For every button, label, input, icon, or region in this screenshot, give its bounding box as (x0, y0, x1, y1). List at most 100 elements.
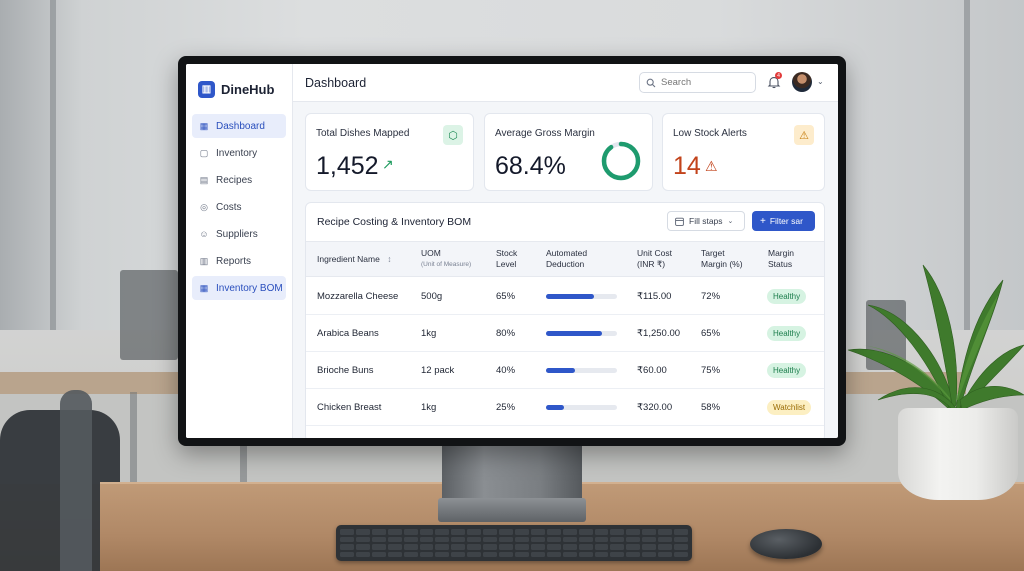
chevron-down-icon[interactable]: ⌄ (817, 77, 824, 86)
warning-icon: ⚠ (794, 125, 814, 145)
column-header-unit-cost: Unit Cost (INR ₹) (637, 248, 672, 270)
target-margin: 75% (701, 365, 721, 376)
table-row[interactable]: Chicken Breast 1kg 25% ₹320.00 58% Watchlist (306, 389, 824, 426)
keyboard-key (578, 544, 593, 550)
deduction-progress-bar (546, 368, 617, 373)
ingredient-name: Arabica Beans (317, 328, 379, 339)
keyboard-key (515, 551, 529, 557)
keyboard-key (546, 544, 561, 550)
uom-value: 500g (421, 291, 443, 302)
keyboard-key (403, 536, 418, 542)
sidebar-item-costs[interactable]: ◎ Costs (192, 195, 286, 219)
keyboard-key (642, 544, 657, 550)
ingredient-name: Chicken Breast (317, 402, 382, 413)
sidebar-item-recipes[interactable]: ▤ Recipes (192, 168, 286, 192)
plant-pot (898, 408, 1018, 500)
column-label: Margin (%) (701, 259, 743, 269)
plus-icon: + (760, 215, 766, 227)
target-margin: 72% (701, 291, 721, 302)
stock-level: 40% (496, 365, 516, 376)
column-sublabel: (Unit of Measure) (421, 261, 472, 268)
unit-cost: ₹60.00 (637, 365, 667, 376)
sidebar-item-suppliers[interactable]: ☺ Suppliers (192, 222, 286, 246)
fill-steps-label: Fill staps (689, 216, 723, 226)
search-input[interactable] (661, 77, 751, 88)
notification-badge: 4 (775, 72, 782, 79)
bom-table-card: Recipe Costing & Inventory BOM Fill stap… (305, 202, 825, 438)
sidebar-item-label: Costs (216, 201, 242, 213)
kpi-label: Average Gross Margin (495, 128, 595, 139)
background-desk (0, 372, 178, 394)
potted-plant-leaves (847, 264, 1024, 416)
table-row[interactable]: Mozzarella Cheese 500g 65% ₹115.00 72% Health… (306, 278, 824, 315)
column-header-target-margin: Target Margin (%) (701, 248, 743, 270)
kpi-value: 1,452 (316, 152, 379, 180)
uom-value: 1kg (421, 328, 437, 339)
filter-label: Filter sar (769, 216, 803, 226)
sort-icon[interactable]: ↕ (387, 254, 391, 264)
keyboard-key (642, 551, 657, 557)
brand[interactable]: ▥ DineHub (186, 64, 292, 104)
keyboard-key (435, 536, 450, 542)
sidebar-item-reports[interactable]: ▥ Reports (192, 249, 286, 273)
column-header-stock: Stock Level (496, 248, 517, 270)
chair-back (60, 390, 92, 571)
avatar[interactable] (792, 72, 812, 92)
keyboard-key (642, 529, 657, 535)
column-label: Unit Cost (637, 248, 672, 258)
keyboard-key (562, 536, 577, 542)
keyboard-key (419, 529, 434, 535)
keyboard-key (515, 536, 529, 542)
column-label: Margin (768, 248, 794, 258)
sidebar-item-dashboard[interactable]: ▦ Dashboard (192, 114, 286, 138)
column-header-ingredient[interactable]: Ingredient Name ↕ (317, 254, 391, 265)
fill-steps-button[interactable]: Fill staps ⌄ (667, 211, 745, 231)
keyboard-key (610, 529, 625, 535)
keyboard-key (483, 551, 498, 557)
keyboard-key (658, 551, 673, 557)
keyboard-key (387, 529, 402, 535)
status-badge: Watchlist (767, 400, 812, 415)
desk-leg (240, 440, 247, 485)
apps-icon: ▦ (199, 282, 209, 293)
keyboard-key (594, 536, 609, 542)
table-header: Ingredient Name ↕ UOM (Unit of Measure) … (306, 241, 824, 277)
box-icon: ▢ (199, 147, 209, 158)
sidebar-item-inventory-bom[interactable]: ▦ Inventory BOM (192, 276, 286, 300)
uom-value: 12 pack (421, 365, 455, 376)
status-badge: Healthy (767, 326, 807, 341)
keyboard-key (355, 544, 370, 550)
search-icon (646, 78, 656, 87)
keyboard-key (340, 529, 354, 535)
deduction-progress-bar (546, 331, 617, 336)
page-title: Dashboard (305, 76, 367, 90)
stock-level: 65% (496, 291, 516, 302)
kpi-label: Low Stock Alerts (673, 128, 747, 139)
donut-arc (601, 141, 641, 181)
keyboard-key (515, 529, 529, 535)
keyboard-key (435, 551, 450, 557)
sidebar-item-inventory[interactable]: ▢ Inventory (192, 141, 286, 165)
keyboard-key (674, 536, 688, 542)
computer-mouse (750, 529, 822, 559)
deduction-progress-fill (546, 368, 576, 373)
filter-button[interactable]: + Filter sar (752, 211, 815, 231)
unit-cost: ₹320.00 (637, 402, 673, 413)
search-box[interactable] (639, 72, 756, 93)
keyboard-key (594, 544, 609, 550)
monitor: ▥ DineHub ▦ Dashboard ▢ Inventory ▤ Reci… (178, 56, 846, 446)
column-label: Status (768, 259, 793, 269)
status-badge: Healthy (767, 289, 807, 304)
window-frame (50, 0, 56, 330)
keyboard-key (355, 536, 370, 542)
table-row[interactable]: Arabica Beans 1kg 80% ₹1,250.00 65% Healthy (306, 315, 824, 352)
table-row[interactable]: Brioche Buns 12 pack 40% ₹60.00 75% Healthy (306, 352, 824, 389)
column-label: Ingredient Name (317, 254, 380, 264)
keyboard-key (610, 544, 625, 550)
keyboard-key (403, 544, 418, 550)
column-label: Target (701, 248, 725, 258)
keyboard-key (626, 536, 641, 542)
keyboard-key (467, 529, 482, 535)
brand-name: DineHub (221, 81, 275, 97)
keyboard-key (371, 544, 386, 550)
